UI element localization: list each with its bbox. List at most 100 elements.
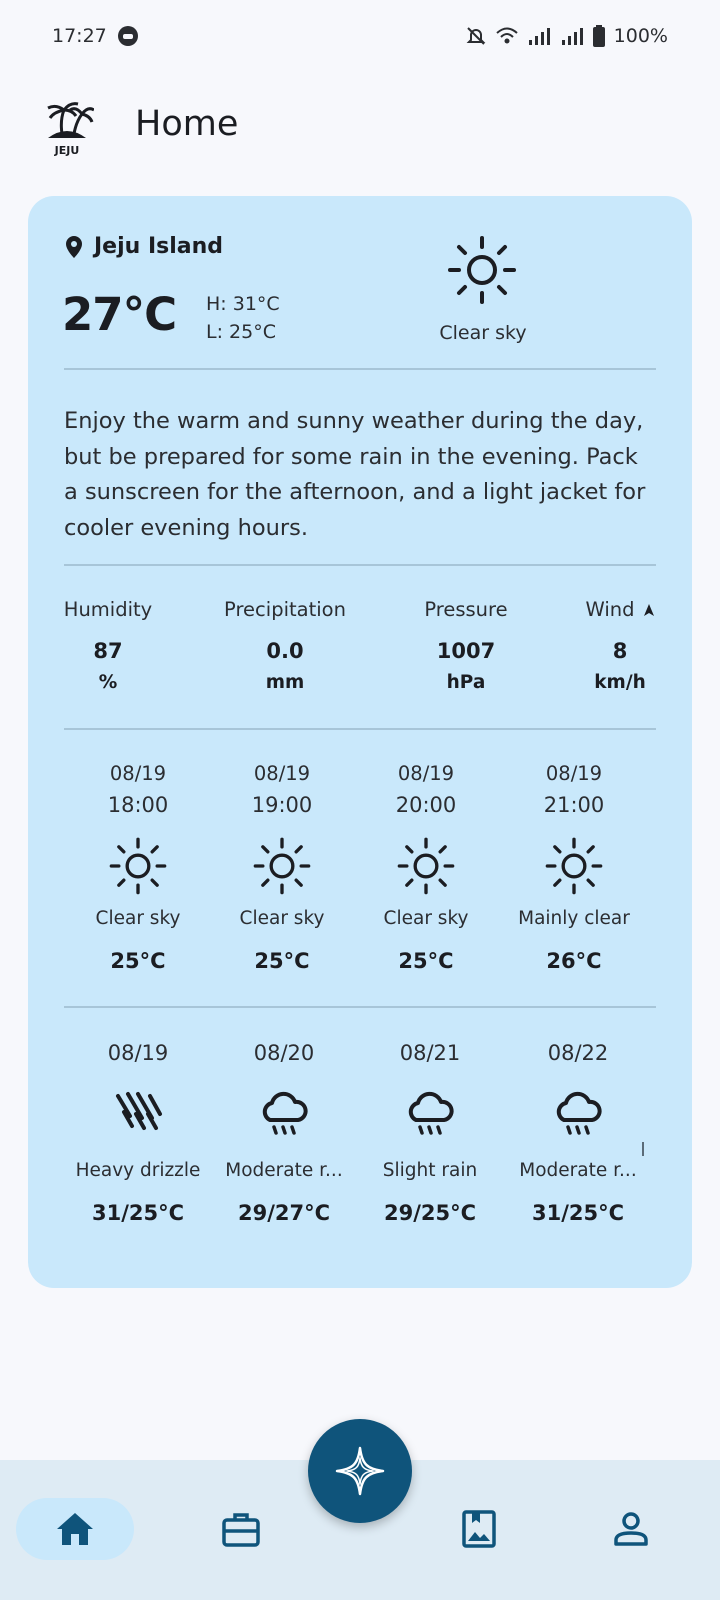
- metric-unit: %: [98, 672, 118, 693]
- metric-label: Humidity: [63, 598, 153, 621]
- wind-direction-icon: [643, 603, 654, 616]
- daily-temp: 31/25°C: [531, 1201, 625, 1225]
- daily-item: 08/22 Moderate r... 31/25°C: [504, 1038, 652, 1225]
- hourly-date: 08/19: [397, 762, 455, 785]
- daily-condition: Heavy drizzle: [75, 1160, 201, 1181]
- wifi-icon: [496, 27, 518, 44]
- daily-item: 08/21 Slight rain 29/25°C: [356, 1038, 504, 1225]
- metric-precipitation: Precipitation 0.0 mm: [210, 598, 360, 693]
- daily-forecast[interactable]: 08/19 Heavy drizzle 31/25°C 08/20 Modera…: [64, 1038, 664, 1238]
- app-header: JEJU Home: [0, 90, 720, 170]
- hourly-date: 08/19: [545, 762, 603, 785]
- metrics-row: Humidity 87 % Precipitation 0.0 mm Press…: [58, 598, 662, 708]
- metric-value: 0.0: [266, 639, 304, 663]
- daily-temp: 29/27°C: [237, 1201, 331, 1225]
- metric-label: Pressure: [424, 598, 508, 621]
- nav-profile[interactable]: [572, 1498, 690, 1560]
- sun-icon: [109, 837, 167, 895]
- hourly-forecast: 08/19 18:00 Clear sky 25°C 08/19 19:00 C…: [64, 758, 656, 990]
- metric-value: 8: [612, 639, 628, 663]
- weather-card: Jeju Island 27°C H: 31°C L: 25°C Clear s…: [28, 196, 692, 1288]
- daily-date: 08/20: [253, 1041, 315, 1065]
- signal-icon: [561, 28, 583, 45]
- hourly-item: 08/19 19:00 Clear sky 25°C: [208, 758, 356, 973]
- metric-label-row: Wind: [578, 598, 662, 621]
- sparkle-icon: [335, 1446, 385, 1496]
- location-row: Jeju Island: [64, 234, 223, 259]
- nav-saved[interactable]: [420, 1498, 538, 1560]
- sun-icon: [397, 837, 455, 895]
- hourly-time: 19:00: [251, 793, 313, 817]
- hourly-time: 18:00: [107, 793, 169, 817]
- metric-unit: mm: [265, 672, 305, 693]
- bookmark-photo-icon: [462, 1510, 496, 1548]
- hourly-date: 08/19: [253, 762, 311, 785]
- hourly-item: 08/19 20:00 Clear sky 25°C: [352, 758, 500, 973]
- horizontal-scroll-indicator[interactable]: [642, 1142, 644, 1156]
- metric-pressure: Pressure 1007 hPa: [406, 598, 526, 693]
- divider: [64, 1006, 656, 1008]
- rain-cloud-icon: [408, 1091, 454, 1135]
- sun-icon: [448, 236, 516, 304]
- status-bar: 17:27 100%: [0, 0, 720, 72]
- hourly-item: 08/19 21:00 Mainly clear 26°C: [500, 758, 648, 973]
- current-condition: Clear sky: [439, 322, 527, 344]
- hourly-date: 08/19: [109, 762, 167, 785]
- logo-text: JEJU: [54, 144, 80, 157]
- daily-date: 08/22: [547, 1041, 609, 1065]
- daily-item: 08/19 Heavy drizzle 31/25°C: [64, 1038, 212, 1225]
- metric-unit: km/h: [594, 672, 646, 693]
- hourly-condition: Clear sky: [239, 908, 325, 929]
- hourly-condition: Clear sky: [95, 908, 181, 929]
- drizzle-icon: [116, 1092, 162, 1130]
- hourly-temp: 25°C: [398, 949, 454, 973]
- signal-icon: [528, 28, 550, 45]
- daily-condition: Moderate r...: [519, 1160, 637, 1181]
- page-title: Home: [135, 104, 239, 144]
- battery-icon: [592, 25, 605, 47]
- hourly-item: 08/19 18:00 Clear sky 25°C: [64, 758, 212, 973]
- jeju-logo: JEJU: [47, 102, 94, 157]
- location-pin-icon: [66, 235, 82, 258]
- metric-wind: Wind 8 km/h: [578, 598, 662, 693]
- high-temp: H: 31°C: [206, 293, 280, 315]
- rain-cloud-icon: [262, 1091, 308, 1135]
- hourly-time: 21:00: [543, 793, 605, 817]
- metric-unit: hPa: [446, 672, 486, 693]
- metric-label: Precipitation: [224, 598, 346, 621]
- daily-condition: Moderate r...: [225, 1160, 343, 1181]
- metric-label: Wind: [585, 598, 635, 621]
- briefcase-icon: [222, 1513, 260, 1547]
- hourly-temp: 26°C: [546, 949, 602, 973]
- daily-temp: 31/25°C: [91, 1201, 185, 1225]
- daily-date: 08/21: [399, 1041, 461, 1065]
- metric-humidity: Humidity 87 %: [58, 598, 158, 693]
- divider: [64, 728, 656, 730]
- sun-icon: [253, 837, 311, 895]
- battery-level: 100%: [613, 25, 668, 47]
- home-icon: [57, 1513, 93, 1545]
- hourly-time: 20:00: [395, 793, 457, 817]
- sun-icon: [545, 837, 603, 895]
- low-temp: L: 25°C: [206, 321, 276, 343]
- hourly-condition: Mainly clear: [518, 908, 630, 929]
- profile-icon: [614, 1512, 648, 1546]
- divider: [64, 368, 656, 370]
- status-time: 17:27: [52, 25, 107, 47]
- ai-assistant-button[interactable]: [308, 1419, 412, 1523]
- hourly-temp: 25°C: [110, 949, 166, 973]
- hourly-temp: 25°C: [254, 949, 310, 973]
- nav-trips[interactable]: [182, 1498, 300, 1560]
- hourly-condition: Clear sky: [383, 908, 469, 929]
- daily-temp: 29/25°C: [383, 1201, 477, 1225]
- divider: [64, 564, 656, 566]
- metric-value: 87: [93, 639, 123, 663]
- current-temperature: 27°C: [62, 288, 177, 341]
- location-name: Jeju Island: [94, 234, 224, 259]
- daily-date: 08/19: [107, 1041, 169, 1065]
- nav-home[interactable]: [16, 1498, 134, 1560]
- rain-cloud-icon: [556, 1091, 602, 1135]
- weather-summary: Enjoy the warm and sunny weather during …: [64, 408, 646, 541]
- metric-value: 1007: [436, 639, 496, 663]
- notification-icon: [117, 26, 138, 46]
